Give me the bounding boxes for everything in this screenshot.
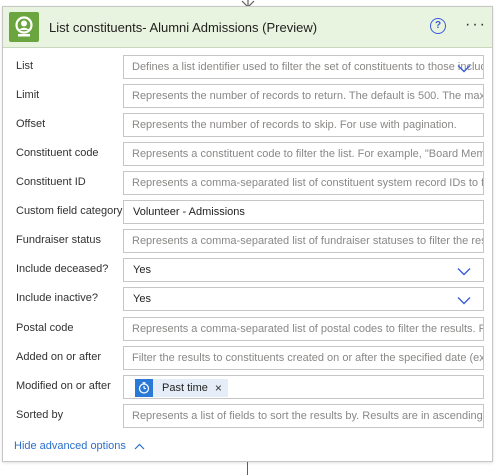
field-value: Volunteer - Admissions (133, 206, 245, 218)
field-placeholder: Represents a comma-separated list of pos… (132, 323, 484, 335)
field-label: Sorted by (16, 409, 64, 421)
offset-input[interactable]: Represents the number of records to skip… (123, 113, 484, 137)
field-label: Custom field category (16, 205, 123, 217)
field-label: List (16, 60, 34, 72)
field-placeholder: Represents the number of records to skip… (132, 119, 457, 131)
field-row-include-inactive: Include inactive? Yes (3, 287, 492, 313)
sorted-by-input[interactable]: Represents a list of fields to sort the … (123, 404, 484, 428)
past-time-token[interactable]: Past time × (135, 379, 228, 397)
card-title[interactable]: List constituents- Alumni Admissions (Pr… (49, 20, 317, 35)
field-placeholder: Represents a list of fields to sort the … (132, 410, 484, 422)
more-options-icon[interactable]: ··· (465, 16, 487, 34)
chevron-down-icon[interactable] (457, 265, 471, 279)
include-deceased-input[interactable]: Yes (123, 258, 484, 282)
postal-code-input[interactable]: Represents a comma-separated list of pos… (123, 317, 484, 341)
field-placeholder: Represents a constituent code to filter … (132, 148, 484, 160)
custom-field-category-input[interactable]: Volunteer - Admissions (123, 200, 484, 224)
field-label: Added on or after (16, 351, 102, 363)
field-placeholder: Represents a comma-separated list of fun… (132, 235, 484, 247)
field-label: Postal code (16, 322, 74, 334)
field-row-offset: Offset Represents the number of records t… (3, 113, 492, 139)
field-label: Constituent ID (16, 176, 86, 188)
constituent-code-input[interactable]: Represents a constituent code to filter … (123, 142, 484, 166)
limit-input[interactable]: Represents the number of records to retu… (123, 84, 484, 108)
constituent-id-input[interactable]: Represents a comma-separated list of con… (123, 171, 484, 195)
hide-advanced-options-link[interactable]: Hide advanced options (14, 440, 145, 452)
list-input[interactable]: Defines a list identifier used to filter… (123, 55, 484, 79)
field-placeholder: Defines a list identifier used to filter… (132, 61, 484, 73)
field-value: Yes (133, 264, 151, 276)
field-value: Yes (133, 293, 151, 305)
added-on-or-after-input[interactable]: Filter the results to constituents creat… (123, 346, 484, 370)
field-row-constituent-code: Constituent code Represents a constituent… (3, 142, 492, 168)
field-placeholder: Represents a comma-separated list of con… (132, 177, 484, 189)
field-label: Include inactive? (16, 292, 98, 304)
field-row-modified-on-or-after: Modified on or after Past time × (3, 375, 492, 401)
field-label: Constituent code (16, 147, 99, 159)
field-label: Limit (16, 89, 40, 101)
flow-connector (247, 462, 248, 475)
fundraiser-status-input[interactable]: Represents a comma-separated list of fun… (123, 229, 484, 253)
action-card: List constituents- Alumni Admissions (Pr… (2, 6, 493, 462)
field-row-list: List Defines a list identifier used to fi… (3, 55, 492, 81)
field-label: Fundraiser status (16, 234, 101, 246)
field-label: Offset (16, 118, 46, 130)
remove-token-icon[interactable]: × (215, 381, 222, 395)
field-label: Include deceased? (16, 263, 109, 275)
modified-on-or-after-input[interactable]: Past time × (123, 375, 484, 399)
field-row-added-on-or-after: Added on or after Filter the results to c… (3, 346, 492, 372)
field-row-limit: Limit Represents the number of records to… (3, 84, 492, 110)
help-icon[interactable]: ? (430, 18, 446, 34)
field-placeholder: Filter the results to constituents creat… (132, 352, 484, 364)
field-row-custom-field-category: Custom field category Volunteer - Admissi… (3, 200, 492, 226)
field-row-sorted-by: Sorted by Represents a list of fields to … (3, 404, 492, 430)
card-header[interactable]: List constituents- Alumni Admissions (Pr… (3, 7, 492, 48)
token-label: Past time (162, 382, 208, 394)
chevron-up-icon (134, 443, 145, 449)
include-inactive-input[interactable]: Yes (123, 287, 484, 311)
field-row-include-deceased: Include deceased? Yes (3, 258, 492, 284)
field-label: Modified on or after (16, 380, 111, 392)
connector-logo-icon (9, 12, 39, 42)
toggle-label: Hide advanced options (14, 440, 126, 452)
field-row-postal-code: Postal code Represents a comma-separated … (3, 317, 492, 343)
field-row-fundraiser-status: Fundraiser status Represents a comma-sepa… (3, 229, 492, 255)
clock-icon (135, 379, 153, 397)
chevron-down-icon[interactable] (457, 294, 471, 308)
chevron-down-icon[interactable] (457, 62, 471, 76)
field-placeholder: Represents the number of records to retu… (132, 90, 484, 102)
field-row-constituent-id: Constituent ID Represents a comma-separat… (3, 171, 492, 197)
